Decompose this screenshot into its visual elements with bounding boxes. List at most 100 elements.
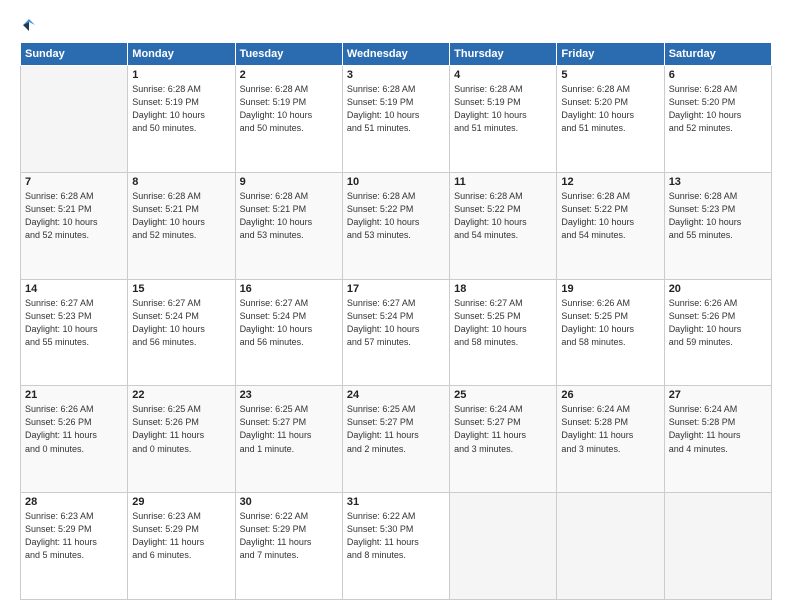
calendar-cell: 19 Sunrise: 6:26 AM Sunset: 5:25 PM Dayli… <box>557 279 664 386</box>
calendar-cell: 31 Sunrise: 6:22 AM Sunset: 5:30 PM Dayli… <box>342 493 449 600</box>
week-row-1: 1Sunrise: 6:28 AM Sunset: 5:19 PM Daylig… <box>21 66 772 173</box>
day-detail: Sunrise: 6:28 AM Sunset: 5:20 PM Dayligh… <box>561 83 659 135</box>
day-number: 6 <box>669 69 767 81</box>
day-number: 8 <box>132 176 230 188</box>
day-detail: Sunrise: 6:28 AM Sunset: 5:22 PM Dayligh… <box>561 190 659 242</box>
calendar-header: SundayMondayTuesdayWednesdayThursdayFrid… <box>21 43 772 66</box>
day-detail: Sunrise: 6:23 AM Sunset: 5:29 PM Dayligh… <box>25 510 123 562</box>
col-header-tuesday: Tuesday <box>235 43 342 66</box>
day-number: 15 <box>132 283 230 295</box>
calendar-cell: 3Sunrise: 6:28 AM Sunset: 5:19 PM Daylig… <box>342 66 449 173</box>
day-detail: Sunrise: 6:25 AM Sunset: 5:27 PM Dayligh… <box>240 403 338 455</box>
calendar-cell: 2Sunrise: 6:28 AM Sunset: 5:19 PM Daylig… <box>235 66 342 173</box>
calendar-cell: 25Sunrise: 6:24 AM Sunset: 5:27 PM Dayli… <box>450 386 557 493</box>
day-detail: Sunrise: 6:28 AM Sunset: 5:20 PM Dayligh… <box>669 83 767 135</box>
day-detail: Sunrise: 6:28 AM Sunset: 5:21 PM Dayligh… <box>132 190 230 242</box>
calendar-cell: 20 Sunrise: 6:26 AM Sunset: 5:26 PM Dayli… <box>664 279 771 386</box>
calendar-body: 1Sunrise: 6:28 AM Sunset: 5:19 PM Daylig… <box>21 66 772 600</box>
calendar-cell: 5 Sunrise: 6:28 AM Sunset: 5:20 PM Daylig… <box>557 66 664 173</box>
calendar-cell: 30Sunrise: 6:22 AM Sunset: 5:29 PM Dayli… <box>235 493 342 600</box>
day-number: 14 <box>25 283 123 295</box>
calendar-cell: 6 Sunrise: 6:28 AM Sunset: 5:20 PM Daylig… <box>664 66 771 173</box>
calendar-cell: 10 Sunrise: 6:28 AM Sunset: 5:22 PM Dayli… <box>342 172 449 279</box>
calendar-cell: 8 Sunrise: 6:28 AM Sunset: 5:21 PM Daylig… <box>128 172 235 279</box>
calendar-cell: 27 Sunrise: 6:24 AM Sunset: 5:28 PM Dayli… <box>664 386 771 493</box>
calendar-cell <box>450 493 557 600</box>
day-number: 16 <box>240 283 338 295</box>
day-detail: Sunrise: 6:27 AM Sunset: 5:24 PM Dayligh… <box>347 297 445 349</box>
calendar-cell: 1Sunrise: 6:28 AM Sunset: 5:19 PM Daylig… <box>128 66 235 173</box>
calendar-cell: 18 Sunrise: 6:27 AM Sunset: 5:25 PM Dayli… <box>450 279 557 386</box>
day-number: 26 <box>561 389 659 401</box>
day-number: 17 <box>347 283 445 295</box>
day-number: 28 <box>25 496 123 508</box>
day-detail: Sunrise: 6:28 AM Sunset: 5:23 PM Dayligh… <box>669 190 767 242</box>
day-number: 27 <box>669 389 767 401</box>
day-detail: Sunrise: 6:26 AM Sunset: 5:25 PM Dayligh… <box>561 297 659 349</box>
col-header-wednesday: Wednesday <box>342 43 449 66</box>
day-number: 5 <box>561 69 659 81</box>
day-number: 9 <box>240 176 338 188</box>
calendar-cell: 13Sunrise: 6:28 AM Sunset: 5:23 PM Dayli… <box>664 172 771 279</box>
day-number: 23 <box>240 389 338 401</box>
day-number: 12 <box>561 176 659 188</box>
calendar-cell: 14 Sunrise: 6:27 AM Sunset: 5:23 PM Dayli… <box>21 279 128 386</box>
col-header-sunday: Sunday <box>21 43 128 66</box>
day-detail: Sunrise: 6:27 AM Sunset: 5:23 PM Dayligh… <box>25 297 123 349</box>
day-detail: Sunrise: 6:28 AM Sunset: 5:19 PM Dayligh… <box>132 83 230 135</box>
calendar-cell: 29 Sunrise: 6:23 AM Sunset: 5:29 PM Dayli… <box>128 493 235 600</box>
page: SundayMondayTuesdayWednesdayThursdayFrid… <box>0 0 792 612</box>
day-detail: Sunrise: 6:24 AM Sunset: 5:27 PM Dayligh… <box>454 403 552 455</box>
day-detail: Sunrise: 6:26 AM Sunset: 5:26 PM Dayligh… <box>25 403 123 455</box>
col-header-monday: Monday <box>128 43 235 66</box>
day-detail: Sunrise: 6:28 AM Sunset: 5:19 PM Dayligh… <box>454 83 552 135</box>
day-number: 20 <box>669 283 767 295</box>
day-number: 30 <box>240 496 338 508</box>
day-detail: Sunrise: 6:22 AM Sunset: 5:30 PM Dayligh… <box>347 510 445 562</box>
day-detail: Sunrise: 6:28 AM Sunset: 5:22 PM Dayligh… <box>347 190 445 242</box>
calendar-cell <box>21 66 128 173</box>
col-header-friday: Friday <box>557 43 664 66</box>
calendar-cell: 7Sunrise: 6:28 AM Sunset: 5:21 PM Daylig… <box>21 172 128 279</box>
col-header-saturday: Saturday <box>664 43 771 66</box>
day-number: 11 <box>454 176 552 188</box>
logo <box>20 16 42 32</box>
day-detail: Sunrise: 6:28 AM Sunset: 5:21 PM Dayligh… <box>240 190 338 242</box>
header <box>20 16 772 32</box>
day-detail: Sunrise: 6:24 AM Sunset: 5:28 PM Dayligh… <box>669 403 767 455</box>
day-detail: Sunrise: 6:25 AM Sunset: 5:27 PM Dayligh… <box>347 403 445 455</box>
week-row-3: 14 Sunrise: 6:27 AM Sunset: 5:23 PM Dayli… <box>21 279 772 386</box>
day-number: 22 <box>132 389 230 401</box>
calendar-table: SundayMondayTuesdayWednesdayThursdayFrid… <box>20 42 772 600</box>
day-number: 24 <box>347 389 445 401</box>
day-number: 29 <box>132 496 230 508</box>
week-row-4: 21 Sunrise: 6:26 AM Sunset: 5:26 PM Dayli… <box>21 386 772 493</box>
day-number: 7 <box>25 176 123 188</box>
day-number: 10 <box>347 176 445 188</box>
calendar-cell: 23 Sunrise: 6:25 AM Sunset: 5:27 PM Dayli… <box>235 386 342 493</box>
calendar-cell: 11 Sunrise: 6:28 AM Sunset: 5:22 PM Dayli… <box>450 172 557 279</box>
week-row-2: 7 Sunrise: 6:28 AM Sunset: 5:21 PM Daylig… <box>21 172 772 279</box>
day-detail: Sunrise: 6:24 AM Sunset: 5:28 PM Dayligh… <box>561 403 659 455</box>
calendar-cell: 15 Sunrise: 6:27 AM Sunset: 5:24 PM Dayli… <box>128 279 235 386</box>
day-number: 31 <box>347 496 445 508</box>
day-detail: Sunrise: 6:23 AM Sunset: 5:29 PM Dayligh… <box>132 510 230 562</box>
calendar-cell: 24 Sunrise: 6:25 AM Sunset: 5:27 PM Dayli… <box>342 386 449 493</box>
day-detail: Sunrise: 6:28 AM Sunset: 5:22 PM Dayligh… <box>454 190 552 242</box>
day-detail: Sunrise: 6:28 AM Sunset: 5:19 PM Dayligh… <box>347 83 445 135</box>
day-detail: Sunrise: 6:26 AM Sunset: 5:26 PM Dayligh… <box>669 297 767 349</box>
day-number: 21 <box>25 389 123 401</box>
week-row-5: 28 Sunrise: 6:23 AM Sunset: 5:29 PM Dayli… <box>21 493 772 600</box>
calendar-cell: 9 Sunrise: 6:28 AM Sunset: 5:21 PM Daylig… <box>235 172 342 279</box>
calendar-cell: 16Sunrise: 6:27 AM Sunset: 5:24 PM Dayli… <box>235 279 342 386</box>
day-detail: Sunrise: 6:27 AM Sunset: 5:24 PM Dayligh… <box>132 297 230 349</box>
calendar-cell <box>664 493 771 600</box>
day-number: 2 <box>240 69 338 81</box>
day-number: 19 <box>561 283 659 295</box>
day-detail: Sunrise: 6:27 AM Sunset: 5:25 PM Dayligh… <box>454 297 552 349</box>
calendar-cell <box>557 493 664 600</box>
day-detail: Sunrise: 6:25 AM Sunset: 5:26 PM Dayligh… <box>132 403 230 455</box>
calendar-cell: 28 Sunrise: 6:23 AM Sunset: 5:29 PM Dayli… <box>21 493 128 600</box>
logo-icon <box>20 16 38 34</box>
day-number: 18 <box>454 283 552 295</box>
